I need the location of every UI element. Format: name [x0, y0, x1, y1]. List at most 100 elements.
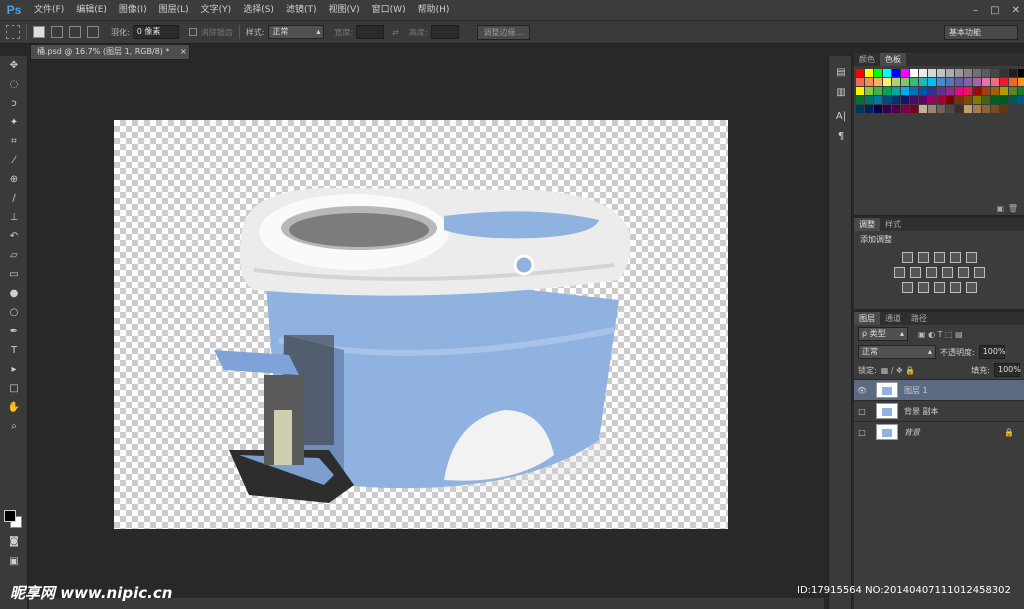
path-selection-icon[interactable]: ▸: [0, 360, 28, 379]
foreground-color-swatch[interactable]: [4, 510, 16, 522]
color-swatch[interactable]: [910, 69, 918, 77]
photo-filter-icon[interactable]: [941, 267, 953, 278]
exposure-icon[interactable]: [949, 252, 961, 263]
properties-icon[interactable]: ▥: [829, 82, 853, 102]
menu-filter[interactable]: 滤镜(T): [280, 0, 323, 20]
color-swatch[interactable]: [955, 96, 963, 104]
color-balance-icon[interactable]: [909, 267, 921, 278]
gradient-tool-icon[interactable]: ▭: [0, 265, 28, 284]
menu-window[interactable]: 窗口(W): [366, 0, 412, 20]
color-swatch[interactable]: [964, 105, 972, 113]
menu-type[interactable]: 文字(Y): [195, 0, 238, 20]
color-swatch[interactable]: [955, 105, 963, 113]
color-swatch[interactable]: [910, 87, 918, 95]
brightness-icon[interactable]: [901, 252, 913, 263]
color-swatch[interactable]: [901, 96, 909, 104]
tab-paths[interactable]: 路径: [906, 312, 932, 325]
subtract-selection-icon[interactable]: [69, 26, 81, 38]
color-swatch[interactable]: [991, 87, 999, 95]
menu-view[interactable]: 视图(V): [322, 0, 365, 20]
color-swatch[interactable]: [982, 87, 990, 95]
color-swatch[interactable]: [919, 69, 927, 77]
workspace-select[interactable]: 基本功能: [944, 25, 1018, 40]
color-swatch[interactable]: [937, 105, 945, 113]
dodge-tool-icon[interactable]: ○: [0, 303, 28, 322]
color-swatch[interactable]: [856, 87, 864, 95]
refine-edge-button[interactable]: 调整边缘...: [476, 24, 531, 40]
hue-saturation-icon[interactable]: [893, 267, 905, 278]
color-swatch[interactable]: [874, 96, 882, 104]
color-swatch[interactable]: [856, 78, 864, 86]
color-swatch[interactable]: [874, 78, 882, 86]
layer-row[interactable]: □ 背景 副本: [854, 400, 1024, 421]
magic-wand-icon[interactable]: ✦: [0, 113, 28, 132]
color-swatch[interactable]: [919, 96, 927, 104]
invert-icon[interactable]: [901, 282, 913, 293]
lock-icons[interactable]: ▦ ∕ ✥ 🔒: [881, 366, 916, 375]
opacity-input[interactable]: 100%: [978, 345, 1006, 359]
shape-tool-icon[interactable]: □: [0, 379, 28, 398]
eye-icon[interactable]: 👁: [854, 386, 870, 395]
pen-tool-icon[interactable]: ✒: [0, 322, 28, 341]
color-swatch[interactable]: [865, 96, 873, 104]
blend-mode-select[interactable]: 正常 ▴: [858, 345, 936, 359]
tab-color[interactable]: 颜色: [854, 53, 880, 66]
color-swatch[interactable]: [973, 105, 981, 113]
color-swatch[interactable]: [1018, 96, 1024, 104]
history-icon[interactable]: ▤: [829, 62, 853, 82]
color-swatch[interactable]: [1018, 78, 1024, 86]
tab-adjustments[interactable]: 调整: [854, 218, 880, 231]
color-swatch[interactable]: [991, 69, 999, 77]
color-swatch[interactable]: [874, 69, 882, 77]
tab-layers[interactable]: 图层: [854, 312, 880, 325]
selective-color-icon[interactable]: [965, 282, 977, 293]
new-swatch-icon[interactable]: ▣: [996, 204, 1004, 213]
tab-styles[interactable]: 样式: [880, 218, 906, 231]
color-swatch[interactable]: [856, 105, 864, 113]
hand-tool-icon[interactable]: ✋: [0, 398, 28, 417]
color-swatch[interactable]: [919, 87, 927, 95]
color-swatch[interactable]: [928, 105, 936, 113]
color-swatch[interactable]: [874, 87, 882, 95]
color-swatch[interactable]: [901, 78, 909, 86]
maximize-icon[interactable]: □: [990, 5, 999, 16]
menu-edit[interactable]: 编辑(E): [70, 0, 113, 20]
eye-icon[interactable]: □: [854, 407, 870, 416]
black-white-icon[interactable]: [925, 267, 937, 278]
brush-tool-icon[interactable]: ∕: [0, 189, 28, 208]
color-swatch[interactable]: [973, 87, 981, 95]
color-swatch[interactable]: [928, 78, 936, 86]
style-select[interactable]: 正常 ▴: [268, 25, 325, 39]
color-swatch[interactable]: [991, 105, 999, 113]
feather-input[interactable]: 0 像素: [132, 25, 179, 39]
color-swatch[interactable]: [910, 78, 918, 86]
menu-help[interactable]: 帮助(H): [412, 0, 456, 20]
color-swatch[interactable]: [919, 78, 927, 86]
color-swatch[interactable]: [856, 96, 864, 104]
quick-mask-icon[interactable]: ◙: [0, 532, 28, 551]
color-swatch[interactable]: [883, 69, 891, 77]
color-swatch[interactable]: [991, 78, 999, 86]
color-swatch[interactable]: [982, 96, 990, 104]
color-swatch[interactable]: [1000, 78, 1008, 86]
paragraph-icon[interactable]: ¶: [829, 126, 853, 146]
eraser-icon[interactable]: ▱: [0, 246, 28, 265]
color-swatch[interactable]: [892, 78, 900, 86]
tab-channels[interactable]: 通道: [880, 312, 906, 325]
swap-icon[interactable]: ⇄: [392, 28, 399, 37]
color-swatch[interactable]: [883, 78, 891, 86]
clone-stamp-icon[interactable]: ⊥: [0, 208, 28, 227]
color-swatch[interactable]: [937, 78, 945, 86]
color-swatch[interactable]: [955, 78, 963, 86]
character-icon[interactable]: A|: [829, 106, 853, 126]
color-swatch[interactable]: [1009, 78, 1017, 86]
levels-icon[interactable]: [917, 252, 929, 263]
color-swatch[interactable]: [901, 87, 909, 95]
color-swatch[interactable]: [874, 105, 882, 113]
document-tab[interactable]: 桶.psd @ 16.7% (图层 1, RGB/8) * ×: [30, 44, 190, 60]
color-swatch[interactable]: [937, 96, 945, 104]
color-swatch[interactable]: [883, 87, 891, 95]
history-brush-icon[interactable]: ↶: [0, 227, 28, 246]
color-swatch[interactable]: [964, 87, 972, 95]
color-swatch[interactable]: [928, 96, 936, 104]
